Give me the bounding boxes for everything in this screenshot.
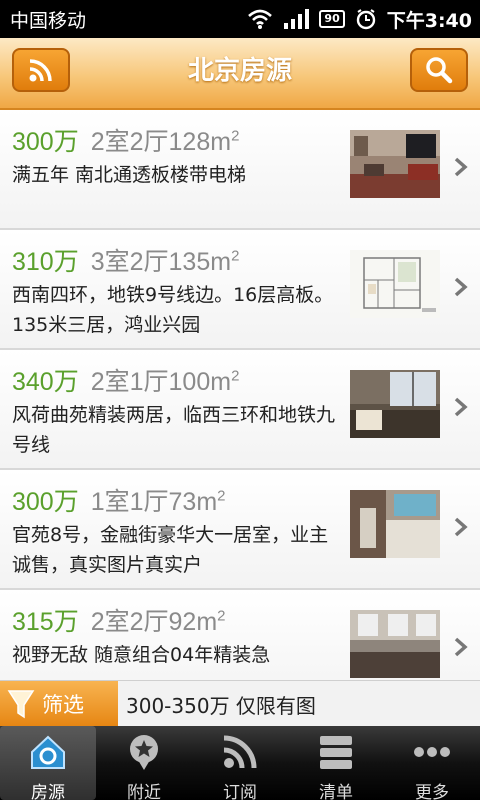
list-item[interactable]: 300万 1室1厅73m2 官苑8号，金融街豪华大一居室，业主诚售，真实图片真实户 xyxy=(0,470,480,590)
listing-rooms: 2室1厅100m2 xyxy=(91,368,240,396)
listing-rooms-text: 3室2厅135m xyxy=(90,248,232,276)
carrier-name: 中国移动 xyxy=(10,10,87,32)
location-pin-icon xyxy=(130,735,158,770)
tab-label: 清单 xyxy=(319,783,353,803)
tab-label: 更多 xyxy=(415,783,449,803)
tab-listings[interactable]: 房源 xyxy=(0,726,96,803)
list-item[interactable]: 300万 2室2厅128m2 满五年 南北通透板楼带电梯 xyxy=(0,110,480,230)
listing-header: 300万 1室1厅73m2 xyxy=(12,482,226,518)
battery-icon: 90 xyxy=(319,10,345,28)
listing-list[interactable]: 300万 2室2厅128m2 满五年 南北通透板楼带电梯 310万 3室2厅135m… xyxy=(0,110,480,680)
listing-description: 视野无敌 随意组合04年精装急 xyxy=(12,644,271,666)
listing-price: 340万 xyxy=(12,368,79,396)
alarm-clock-icon xyxy=(356,9,375,30)
listing-price: 300万 xyxy=(12,128,79,156)
filter-label: 筛选 xyxy=(42,693,84,717)
tab-label: 订阅 xyxy=(223,783,257,803)
chevron-right-icon xyxy=(454,397,468,417)
listing-photo xyxy=(350,370,440,438)
tab-label: 房源 xyxy=(31,783,65,803)
tab-more[interactable]: 更多 xyxy=(384,726,480,803)
listing-header: 300万 2室2厅128m2 xyxy=(12,122,239,158)
listing-rooms-text: 2室2厅128m xyxy=(90,128,232,156)
house-icon xyxy=(31,735,65,769)
listing-description: 官苑8号，金融街豪华大一居室，业主诚售，真实图片真实户 xyxy=(12,524,329,576)
clock: 下午3:40 xyxy=(386,9,472,32)
tab-subscribe[interactable]: 订阅 xyxy=(192,726,288,803)
chevron-right-icon xyxy=(454,637,468,657)
listing-area-superscript: 2 xyxy=(217,607,226,625)
page-title: 北京房源 xyxy=(187,56,292,86)
filter-button[interactable]: 筛选 xyxy=(0,681,118,727)
listing-area-superscript: 2 xyxy=(231,367,240,385)
listing-rooms-text: 1室1厅73m xyxy=(90,488,218,516)
listing-description: 西南四环，地铁9号线边。16层高板。135米三居，鸿业兴园 xyxy=(12,284,334,336)
listing-header: 310万 3室2厅135m2 xyxy=(12,242,239,278)
bottom-tab-bar: 房源 附近 订阅 清单 更多 xyxy=(0,726,480,803)
rss-icon xyxy=(223,735,257,769)
listing-photo xyxy=(350,490,440,558)
wifi-icon xyxy=(248,9,273,29)
list-icon xyxy=(320,736,352,769)
listing-price: 315万 xyxy=(12,608,79,636)
tab-nearby[interactable]: 附近 xyxy=(96,726,192,803)
search-icon xyxy=(426,57,453,84)
listing-description: 满五年 南北通透板楼带电梯 xyxy=(12,164,247,186)
chevron-right-icon xyxy=(454,157,468,177)
listing-rooms-text: 2室2厅92m xyxy=(90,608,218,636)
listing-rooms: 2室2厅128m2 xyxy=(91,128,240,156)
title-bar: 北京房源 xyxy=(0,38,480,110)
tab-label: 附近 xyxy=(127,783,161,803)
chevron-right-icon xyxy=(454,517,468,537)
chevron-right-icon xyxy=(454,277,468,297)
status-bar: 中国移动 90 下午3:40 xyxy=(0,0,480,38)
listing-photo xyxy=(350,610,440,678)
subscribe-button[interactable] xyxy=(12,48,70,92)
list-item[interactable]: 340万 2室1厅100m2 风荷曲苑精装两居，临西三环和地铁九号线 xyxy=(0,350,480,470)
listing-photo xyxy=(350,130,440,198)
listing-rooms: 1室1厅73m2 xyxy=(91,488,226,516)
list-item[interactable]: 315万 2室2厅92m2 视野无敌 随意组合04年精装急 xyxy=(0,590,480,680)
rss-icon xyxy=(29,59,52,82)
listing-header: 315万 2室2厅92m2 xyxy=(12,602,226,638)
listing-rooms: 3室2厅135m2 xyxy=(91,248,240,276)
signal-icon xyxy=(284,9,310,29)
listing-price: 310万 xyxy=(12,248,79,276)
filter-bar: 筛选 300-350万 仅限有图 xyxy=(0,680,480,727)
listing-rooms: 2室2厅92m2 xyxy=(91,608,226,636)
status-icons: 90 下午3:40 xyxy=(247,6,472,32)
listing-header: 340万 2室1厅100m2 xyxy=(12,362,239,398)
listing-floorplan xyxy=(350,250,440,318)
listing-description: 风荷曲苑精装两居，临西三环和地铁九号线 xyxy=(12,404,336,456)
funnel-icon xyxy=(7,690,35,719)
list-item[interactable]: 310万 3室2厅135m2 西南四环，地铁9号线边。16层高板。135米三居，鸿… xyxy=(0,230,480,350)
more-icon xyxy=(414,747,450,757)
filter-summary: 300-350万 仅限有图 xyxy=(126,694,316,718)
listing-rooms-text: 2室1厅100m xyxy=(90,368,232,396)
listing-area-superscript: 2 xyxy=(217,487,226,505)
search-button[interactable] xyxy=(410,48,468,92)
listing-area-superscript: 2 xyxy=(231,127,240,145)
listing-price: 300万 xyxy=(12,488,79,516)
tab-list[interactable]: 清单 xyxy=(288,726,384,803)
listing-area-superscript: 2 xyxy=(231,247,240,265)
